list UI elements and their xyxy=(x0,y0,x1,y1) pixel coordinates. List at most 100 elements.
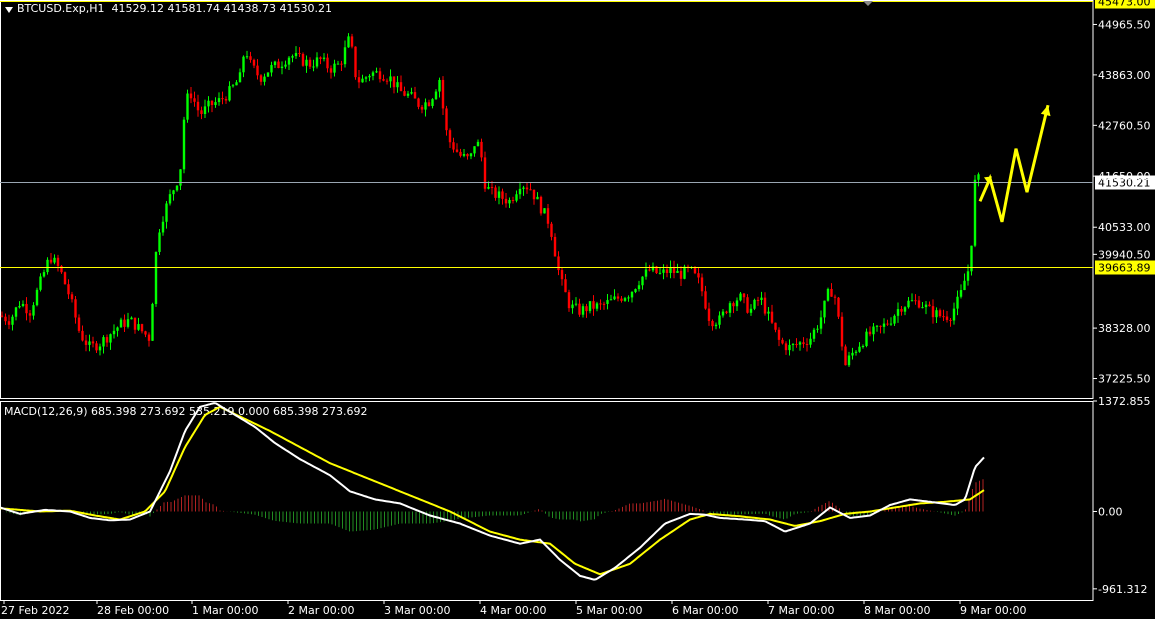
candle-body xyxy=(476,141,480,147)
candle-body xyxy=(770,311,774,323)
candle-body xyxy=(805,343,809,345)
candle-body xyxy=(235,82,238,86)
candle-body xyxy=(193,98,196,102)
candle-body xyxy=(441,79,445,109)
candle-body xyxy=(277,61,280,69)
candle-body xyxy=(854,351,858,353)
candle-body xyxy=(889,323,893,325)
candle-body xyxy=(560,270,564,280)
candle-body xyxy=(802,342,805,344)
candle-body xyxy=(350,36,354,47)
candle-body xyxy=(522,187,525,189)
candle-body xyxy=(161,221,165,233)
candle-body xyxy=(672,267,676,273)
candle-body xyxy=(98,346,102,351)
candle-body xyxy=(287,57,291,65)
candle-body xyxy=(189,93,193,99)
candle-body xyxy=(112,330,116,335)
candle-body xyxy=(665,269,669,274)
candle-body xyxy=(322,57,326,59)
candle-body xyxy=(760,297,763,300)
candle-body xyxy=(340,63,343,65)
candle-body xyxy=(413,92,417,99)
candle-body xyxy=(623,298,627,301)
candle-body xyxy=(63,272,67,285)
candle-body xyxy=(938,310,942,317)
candle-body xyxy=(473,146,476,154)
candle-body xyxy=(182,119,186,170)
candle-body xyxy=(305,59,308,66)
candle-body xyxy=(571,304,574,309)
price-tick-label: 39940.50 xyxy=(1098,248,1151,261)
candle-body xyxy=(865,331,868,346)
candle-body xyxy=(550,223,553,237)
candle-body xyxy=(949,319,952,321)
candle-body xyxy=(816,328,819,330)
candle-body xyxy=(868,331,872,335)
candle-body xyxy=(56,257,60,266)
candle-body xyxy=(455,149,459,152)
candle-body xyxy=(511,199,515,201)
price-tick-label: 44965.50 xyxy=(1098,18,1151,31)
candle-body xyxy=(683,266,686,279)
candle-body xyxy=(403,91,406,96)
candle-body xyxy=(396,82,399,88)
candle-body xyxy=(917,300,921,308)
candle-body xyxy=(627,297,630,299)
candle-body xyxy=(739,293,742,301)
candle-body xyxy=(497,191,501,198)
candle-body xyxy=(501,191,504,199)
candle-body xyxy=(168,194,172,204)
candle-body xyxy=(364,77,368,79)
candle-body xyxy=(543,208,546,214)
candle-body xyxy=(389,76,392,82)
candle-body xyxy=(592,301,595,309)
candle-body xyxy=(581,306,585,315)
price-chart[interactable]: 45473.0039663.8941530.2144965.5043863.00… xyxy=(0,0,1155,619)
candle-body xyxy=(676,270,679,273)
candle-body xyxy=(459,151,462,156)
candle-body xyxy=(746,297,749,313)
candle-body xyxy=(109,334,112,343)
chart-shift-marker-icon xyxy=(863,1,873,6)
candle-body xyxy=(595,303,599,309)
candle-body xyxy=(224,99,228,101)
candle-body xyxy=(378,71,382,80)
candle-body xyxy=(259,75,263,82)
candle-body xyxy=(714,324,718,327)
candle-body xyxy=(914,300,917,302)
candle-body xyxy=(196,101,200,111)
candle-body xyxy=(704,291,707,309)
candle-body xyxy=(119,319,123,328)
candle-body xyxy=(137,324,140,330)
candle-body xyxy=(606,300,609,304)
candle-body xyxy=(900,309,903,312)
candle-body xyxy=(574,303,578,305)
candle-body xyxy=(214,102,217,106)
candle-body xyxy=(186,93,189,120)
candle-body xyxy=(546,208,550,224)
candle-body xyxy=(525,187,529,190)
candle-body xyxy=(18,305,21,308)
candle-body xyxy=(669,267,672,274)
candle-body xyxy=(494,187,497,198)
candle-body xyxy=(14,307,18,317)
candle-body xyxy=(263,76,266,82)
macd-tick-label: 0.00 xyxy=(1098,505,1123,518)
candle-body xyxy=(294,53,298,57)
candle-body xyxy=(756,299,760,301)
candle-body xyxy=(956,296,959,309)
candle-body xyxy=(347,36,350,48)
candle-body xyxy=(847,355,851,366)
price-tick-label: 42760.50 xyxy=(1098,119,1151,132)
macd-tick-label: 1372.855 xyxy=(1098,395,1151,408)
candle-body xyxy=(32,305,35,316)
candle-body xyxy=(147,334,151,341)
forecast-arrow xyxy=(978,104,1050,223)
candle-body xyxy=(74,299,77,318)
candle-body xyxy=(0,315,4,317)
candle-body xyxy=(637,285,641,290)
candle-body xyxy=(588,301,592,312)
candle-body xyxy=(329,68,333,73)
candle-body xyxy=(903,307,907,312)
